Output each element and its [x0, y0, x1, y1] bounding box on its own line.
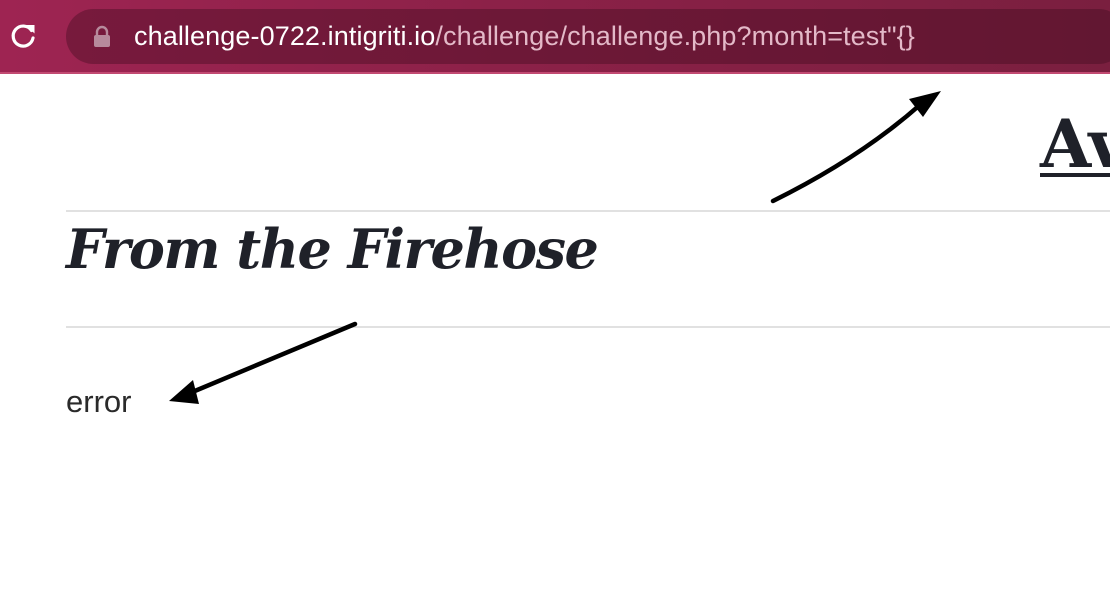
page-content: Av From the Firehose error [0, 76, 1110, 590]
divider-bottom [66, 326, 1110, 328]
browser-toolbar: challenge-0722.intigriti.io/challenge/ch… [0, 0, 1110, 74]
url-host: challenge-0722.intigriti.io [134, 21, 436, 51]
reload-icon [11, 24, 35, 48]
divider-top [66, 210, 1110, 212]
section-title: From the Firehose [66, 217, 599, 281]
reload-button[interactable] [6, 19, 40, 53]
site-heading-link[interactable]: Av [1040, 104, 1110, 184]
url-text[interactable]: challenge-0722.intigriti.io/challenge/ch… [134, 18, 915, 54]
url-path: /challenge/challenge.php?month=test"{} [435, 21, 915, 51]
error-message: error [66, 384, 132, 419]
lock-icon[interactable] [92, 25, 112, 49]
